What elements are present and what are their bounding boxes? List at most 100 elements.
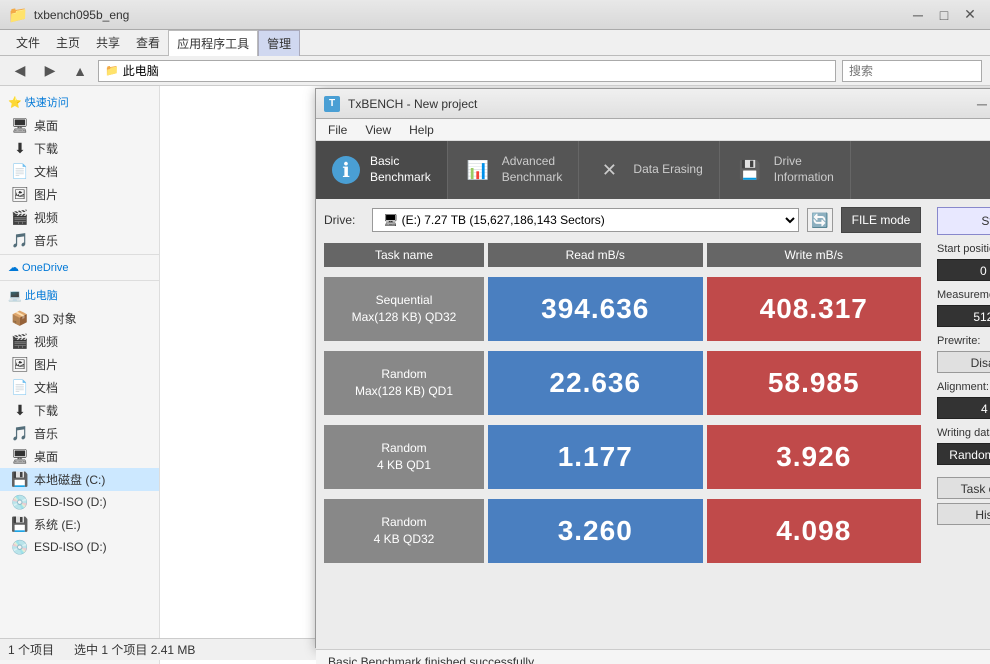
menu-view[interactable]: View (357, 121, 399, 139)
read-random4kb-qd32: 3.260 (488, 499, 703, 563)
menu-help[interactable]: Help (401, 121, 442, 139)
ribbon-tab-view[interactable]: 查看 (128, 30, 168, 55)
explorer-content: ⭐ 快速访问 🖥桌面 ⬇下载 📄文档 🖼图片 🎬视频 🎵音乐 ☁ OneDriv… (0, 86, 990, 664)
up-btn[interactable]: ▲ (68, 60, 92, 82)
sidebar-quickaccess-header[interactable]: ⭐ 快速访问 (0, 90, 159, 114)
drive-select[interactable]: 🖥 (E:) 7.27 TB (15,627,186,143 Sectors) (372, 208, 799, 232)
ribbon-tab-manage[interactable]: 管理 (258, 30, 300, 56)
advanced-benchmark-label: AdvancedBenchmark (502, 154, 563, 185)
tab-advanced-benchmark[interactable]: 📊 AdvancedBenchmark (448, 141, 580, 199)
music-icon: 🎵 (12, 233, 28, 249)
benchmark-row-random4kb-qd32: Random 4 KB QD32 3.260 4.098 (324, 499, 921, 563)
alignment-value[interactable]: 4 KB (937, 397, 990, 419)
sidebar-thispc-header[interactable]: 💻 此电脑 (0, 283, 159, 307)
txbench-window-controls: ─ □ ✕ (969, 94, 990, 114)
tab-drive-info[interactable]: 💾 DriveInformation (720, 141, 851, 199)
read-random128: 22.636 (488, 351, 703, 415)
alignment-label: Alignment: (937, 381, 990, 393)
forward-btn[interactable]: ▶ (38, 60, 62, 82)
sidebar-item-3dobjects[interactable]: 📦3D 对象 (0, 307, 159, 330)
txbench-right-panel: Start Start position: 0 MB Measurement s… (929, 199, 990, 649)
benchmark-row-sequential: Sequential Max(128 KB) QD32 394.636 408.… (324, 277, 921, 341)
task-random128: Random Max(128 KB) QD1 (324, 351, 484, 415)
sidebar-item-docs2[interactable]: 📄文档 (0, 376, 159, 399)
txbench-window: T TxBENCH - New project ─ □ ✕ File View … (315, 88, 990, 648)
ribbon-tab-share[interactable]: 共享 (88, 30, 128, 55)
explorer-ribbon-tabs: 文件 主页 共享 查看 应用程序工具 管理 (0, 30, 990, 56)
ribbon-tab-file[interactable]: 文件 (8, 30, 48, 55)
writing-value[interactable]: Random number (937, 443, 990, 465)
txbench-icon: T (324, 96, 340, 112)
sidebar-item-downloads[interactable]: ⬇下载 (0, 137, 159, 160)
task-random4kb-qd32: Random 4 KB QD32 (324, 499, 484, 563)
col-header-task: Task name (324, 243, 484, 267)
ribbon-tab-tools[interactable]: 应用程序工具 (168, 30, 258, 56)
drive-refresh-btn[interactable]: 🔄 (807, 208, 833, 232)
start-position-value[interactable]: 0 MB (937, 259, 990, 281)
sidebar-item-downloads2[interactable]: ⬇下载 (0, 399, 159, 422)
benchmark-row-random4kb-qd1: Random 4 KB QD1 1.177 3.926 (324, 425, 921, 489)
search-input[interactable] (842, 60, 982, 82)
file-mode-btn[interactable]: FILE mode (841, 207, 921, 233)
advanced-benchmark-icon: 📊 (464, 156, 492, 184)
writing-label: Writing data: (937, 427, 990, 439)
sidebar-item-pictures[interactable]: 🖼图片 (0, 183, 159, 206)
sidebar-item-music2[interactable]: 🎵音乐 (0, 422, 159, 445)
drive-info-icon: 💾 (736, 156, 764, 184)
task-options-btn[interactable]: Task options (937, 477, 990, 499)
explorer-close-btn[interactable]: ✕ (958, 4, 982, 26)
col-header-read: Read mB/s (488, 243, 703, 267)
read-sequential: 394.636 (488, 277, 703, 341)
sidebar-onedrive-header[interactable]: ☁ OneDrive (0, 257, 159, 278)
pictures-icon: 🖼 (12, 187, 28, 203)
back-btn[interactable]: ◀ (8, 60, 32, 82)
explorer-status-count: 1 个项目 (8, 641, 54, 658)
sidebar-item-drivee[interactable]: 💾系统 (E:) (0, 513, 159, 536)
tab-data-erasing[interactable]: ✕ Data Erasing (579, 141, 719, 199)
txbench-title-left: T TxBENCH - New project (324, 96, 477, 112)
col-header-write: Write mB/s (707, 243, 922, 267)
sidebar-item-desktop[interactable]: 🖥桌面 (0, 114, 159, 137)
sidebar-item-videos[interactable]: 🎬视频 (0, 206, 159, 229)
write-random4kb-qd1: 3.926 (707, 425, 922, 489)
benchmark-row-random128: Random Max(128 KB) QD1 22.636 58.985 (324, 351, 921, 415)
tab-basic-benchmark[interactable]: ℹ BasicBenchmark (316, 141, 448, 199)
start-button[interactable]: Start (937, 207, 990, 235)
write-random4kb-qd32: 4.098 (707, 499, 922, 563)
write-sequential: 408.317 (707, 277, 922, 341)
videos-icon: 🎬 (12, 210, 28, 226)
download-icon: ⬇ (12, 141, 28, 157)
data-erasing-label: Data Erasing (633, 162, 702, 178)
measurement-value[interactable]: 512 MB (937, 305, 990, 327)
data-erasing-icon: ✕ (595, 156, 623, 184)
txbench-title: TxBENCH - New project (348, 97, 477, 111)
sidebar-item-drived[interactable]: 💿ESD-ISO (D:) (0, 491, 159, 513)
explorer-status-selected: 选中 1 个项目 2.41 MB (74, 641, 195, 658)
sidebar-item-docs[interactable]: 📄文档 (0, 160, 159, 183)
sidebar-item-drivec[interactable]: 💾本地磁盘 (C:) (0, 468, 159, 491)
txbench-minimize-btn[interactable]: ─ (969, 94, 990, 114)
task-sequential: Sequential Max(128 KB) QD32 (324, 277, 484, 341)
explorer-window: 📁 txbench095b_eng ─ □ ✕ 文件 主页 共享 查看 应用程序… (0, 0, 990, 660)
menu-file[interactable]: File (320, 121, 355, 139)
sidebar-item-desktop2[interactable]: 🖥桌面 (0, 445, 159, 468)
explorer-minimize-btn[interactable]: ─ (906, 4, 930, 26)
explorer-window-title: txbench095b_eng (34, 8, 129, 22)
txbench-toolbar: ℹ BasicBenchmark 📊 AdvancedBenchmark ✕ D… (316, 141, 990, 199)
prewrite-value[interactable]: Disabled (937, 351, 990, 373)
table-header-row: Task name Read mB/s Write mB/s (324, 243, 921, 267)
docs-icon: 📄 (12, 164, 28, 180)
sidebar-item-videos2[interactable]: 🎬视频 (0, 330, 159, 353)
desktop-icon: 🖥 (12, 118, 28, 134)
history-btn[interactable]: History (937, 503, 990, 525)
explorer-title-icon: 📁 (8, 5, 28, 25)
sidebar-item-pictures2[interactable]: 🖼图片 (0, 353, 159, 376)
address-bar[interactable]: 📁 此电脑 (98, 60, 836, 82)
ribbon-tab-home[interactable]: 主页 (48, 30, 88, 55)
txbench-body: Drive: 🖥 (E:) 7.27 TB (15,627,186,143 Se… (316, 199, 990, 649)
txbench-menubar: File View Help (316, 119, 990, 141)
sidebar-item-drived2[interactable]: 💿ESD-ISO (D:) (0, 536, 159, 558)
address-text: 此电脑 (123, 62, 159, 79)
explorer-maximize-btn[interactable]: □ (932, 4, 956, 26)
sidebar-item-music[interactable]: 🎵音乐 (0, 229, 159, 252)
